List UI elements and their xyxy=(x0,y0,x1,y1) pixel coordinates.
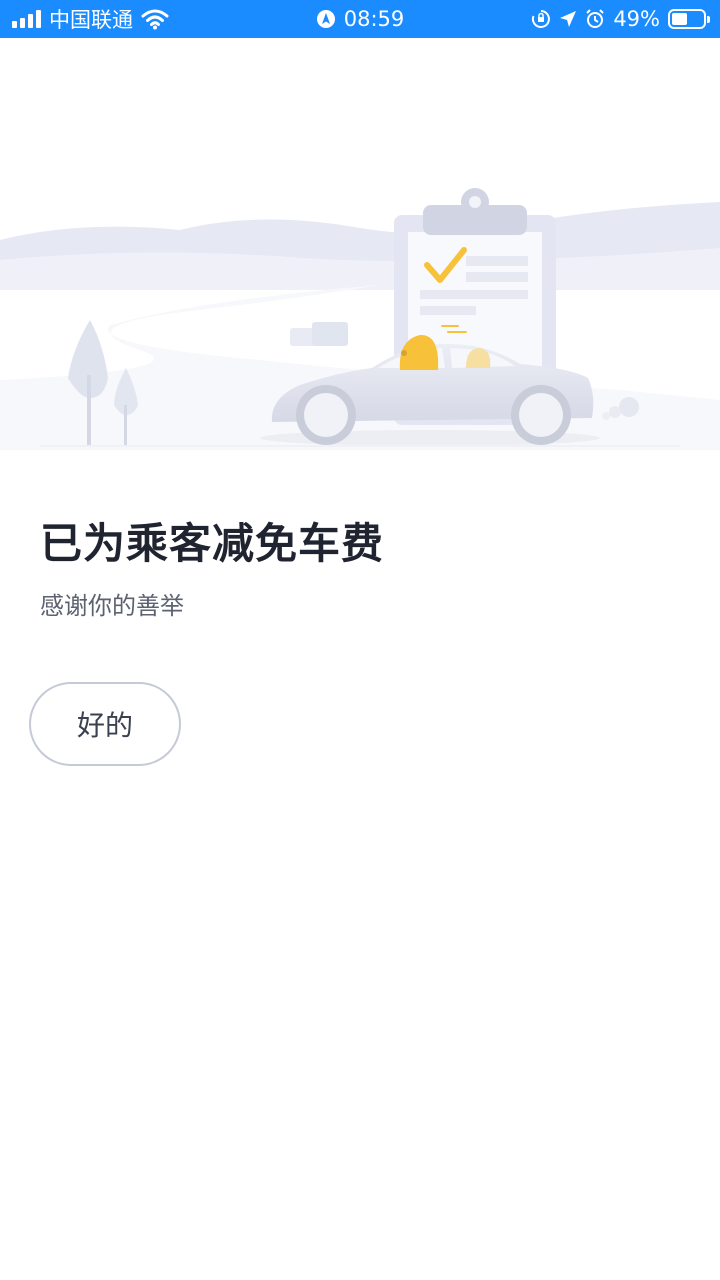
location-arrow-icon xyxy=(559,10,577,28)
battery-fill xyxy=(672,13,687,25)
alarm-icon xyxy=(585,9,605,29)
page-title: 已为乘客减免车费 xyxy=(40,519,385,568)
battery-percent: 49% xyxy=(613,7,660,31)
ok-button[interactable]: 好的 xyxy=(29,682,181,766)
battery-icon xyxy=(668,9,710,29)
navigation-icon xyxy=(316,9,336,29)
road xyxy=(0,285,720,450)
fee-waived-illustration xyxy=(0,188,720,450)
status-right: 49% xyxy=(531,0,710,38)
page-subtitle: 感谢你的善举 xyxy=(40,592,184,620)
status-bar: 中国联通 08:59 49% xyxy=(0,0,720,38)
rotation-lock-icon xyxy=(531,9,551,29)
clock: 08:59 xyxy=(343,7,405,31)
